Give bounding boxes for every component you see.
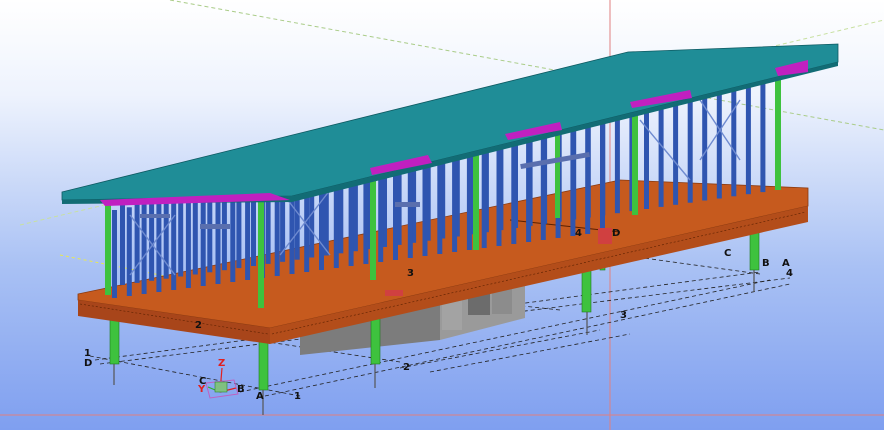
grid-label-C: C bbox=[724, 248, 731, 259]
wall-stud bbox=[511, 136, 517, 244]
wall-stud bbox=[496, 139, 502, 246]
axis-c-label: C bbox=[199, 376, 206, 387]
wall-stud bbox=[658, 94, 664, 207]
wall-stud bbox=[687, 89, 693, 203]
wall-stud bbox=[673, 91, 679, 205]
grid-label-4-right: 4 bbox=[786, 268, 793, 279]
wall-stud bbox=[481, 141, 487, 248]
wall-stud bbox=[134, 197, 140, 283]
wall-stud bbox=[215, 190, 221, 284]
grid-label-2-bottom: 2 bbox=[403, 362, 410, 373]
wall-stud bbox=[644, 97, 649, 209]
grid-label-3: 3 bbox=[407, 268, 414, 279]
wall-stud bbox=[745, 77, 751, 195]
wall-stud bbox=[760, 74, 766, 193]
wall-stud bbox=[526, 133, 532, 242]
wall-stud bbox=[570, 125, 576, 236]
grid-label-1-bottom: 1 bbox=[294, 391, 301, 402]
grid-label-2: 2 bbox=[195, 320, 202, 331]
wall-stud bbox=[126, 207, 132, 296]
grid-label-D: D bbox=[612, 228, 620, 239]
grid-label-D-left: D bbox=[84, 358, 92, 369]
wall-stud bbox=[149, 194, 155, 281]
model-viewport[interactable]: 2 3 4 D C B A 4 3 2 1 A 1 D Z Y B C bbox=[0, 0, 884, 430]
wall-stud bbox=[466, 144, 472, 250]
wall-stud bbox=[716, 83, 722, 199]
grid-label-A: A bbox=[256, 391, 264, 402]
wall-stud bbox=[731, 80, 737, 197]
grid-label-3-bottom: 3 bbox=[620, 310, 627, 321]
structure-3d-view[interactable]: 2 3 4 D C B A 4 3 2 1 A 1 D Z Y B C bbox=[0, 0, 884, 430]
wall-stud bbox=[585, 122, 591, 234]
wall-stud bbox=[120, 200, 125, 285]
axis-x-label: B bbox=[237, 384, 245, 395]
grid-label-B: B bbox=[762, 258, 770, 269]
wall-stud bbox=[185, 196, 191, 288]
axis-z-label: Z bbox=[218, 358, 225, 369]
wall-stud bbox=[600, 120, 605, 232]
wall-stud bbox=[452, 147, 458, 252]
wall-stud bbox=[540, 130, 546, 240]
axis-triad: Z Y B C bbox=[197, 358, 245, 399]
wall-stud bbox=[200, 193, 206, 286]
wall-stud bbox=[171, 199, 177, 290]
wall-stud bbox=[112, 210, 117, 298]
grid-label-4: 4 bbox=[575, 228, 582, 239]
